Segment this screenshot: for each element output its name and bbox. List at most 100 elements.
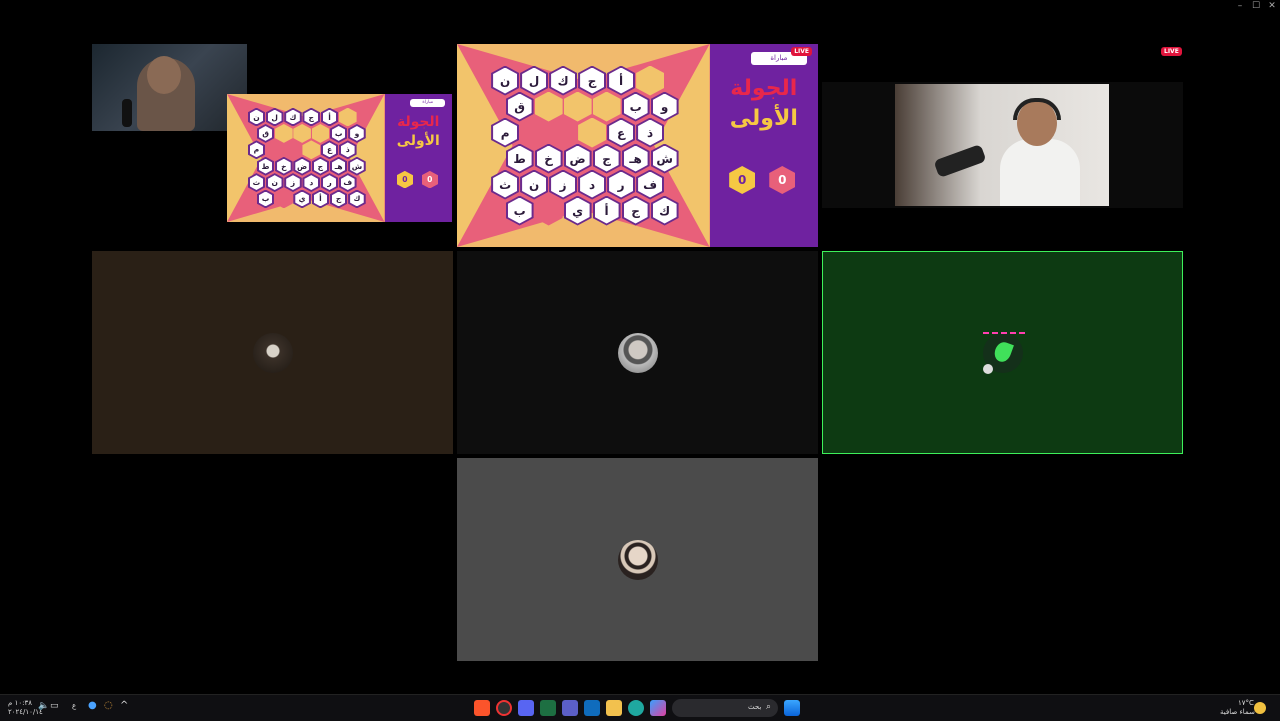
participant-tile-1[interactable] bbox=[92, 251, 453, 454]
hex-letter: ث bbox=[252, 178, 261, 188]
hex-cell[interactable]: ق bbox=[256, 123, 275, 143]
live-badge: LIVE bbox=[791, 47, 812, 56]
moon-weather-icon[interactable] bbox=[1254, 702, 1266, 714]
hex-cell[interactable]: د bbox=[302, 173, 321, 192]
hex-cell[interactable]: ن bbox=[247, 107, 266, 127]
hex-cell[interactable] bbox=[275, 123, 293, 143]
hex-cell[interactable]: ج bbox=[329, 189, 348, 209]
close-button[interactable]: ✕ bbox=[1264, 0, 1280, 12]
video-tile-game-board[interactable]: ن ل ك ج أ ق ب و م ع ذ ط خ ض ج هـ ش ث ن ز د ر ف ب ي أ ج ك مباراة الجول… bbox=[457, 44, 818, 247]
folder-icon[interactable] bbox=[606, 700, 622, 716]
hex-letter: ر bbox=[327, 178, 332, 188]
hex-cell[interactable]: ر bbox=[320, 173, 339, 192]
hex-letter: ق bbox=[262, 128, 269, 138]
hex-cell[interactable]: ج bbox=[621, 195, 650, 226]
hex-letter: ق bbox=[514, 99, 525, 114]
hex-letter: ر bbox=[617, 177, 625, 192]
video-tile-streamer-2[interactable] bbox=[822, 82, 1183, 208]
mic-tray-icon[interactable]: ● bbox=[88, 700, 97, 711]
maximize-button[interactable]: ☐ bbox=[1248, 0, 1264, 12]
hex-letter: أ bbox=[619, 73, 624, 88]
hex-cell[interactable]: ر bbox=[607, 169, 636, 200]
hex-cell[interactable] bbox=[563, 91, 592, 122]
hex-cell[interactable]: هـ bbox=[621, 143, 650, 174]
hex-cell[interactable]: ز bbox=[284, 173, 302, 192]
hex-cell[interactable]: ب bbox=[329, 123, 348, 143]
hex-cell[interactable]: ب bbox=[256, 189, 275, 209]
hex-letter: أ bbox=[319, 194, 322, 204]
volume-icon[interactable]: 🔈 bbox=[38, 701, 49, 711]
hex-cell[interactable]: د bbox=[578, 169, 607, 200]
hex-cell[interactable]: ن bbox=[265, 173, 284, 192]
hex-cell[interactable] bbox=[549, 117, 578, 148]
hex-cell[interactable]: ل bbox=[265, 107, 284, 127]
weather-desc[interactable]: سماء صافية bbox=[1220, 708, 1255, 716]
hex-cell[interactable]: ع bbox=[607, 117, 636, 148]
hex-cell[interactable]: ق bbox=[505, 91, 534, 122]
hex-cell[interactable]: ج bbox=[311, 156, 330, 176]
hex-cell[interactable]: ن bbox=[520, 169, 549, 200]
taskbar-search-box[interactable]: بحث ⌕ bbox=[672, 699, 778, 717]
participant-avatar bbox=[617, 332, 658, 373]
hex-cell[interactable]: خ bbox=[275, 156, 293, 176]
chevron-up-icon[interactable]: ^ bbox=[120, 700, 128, 711]
outlook-icon[interactable] bbox=[584, 700, 600, 716]
hex-cell[interactable] bbox=[302, 140, 321, 160]
hex-letter: ز bbox=[290, 178, 296, 188]
hex-cell[interactable] bbox=[338, 107, 357, 127]
participant-tile-2[interactable] bbox=[457, 251, 818, 454]
hex-cell[interactable]: ك bbox=[348, 189, 366, 209]
hex-cell[interactable] bbox=[265, 140, 284, 160]
video-tile-streamer-1[interactable]: ن ل ك ج أ ق ب و م ع ذ ط خ ض ج هـ ش ث ن ز د ر ف ب ي أ ج ك مباراة الجول… bbox=[92, 44, 452, 224]
hex-cell[interactable]: ب bbox=[505, 195, 534, 226]
hex-cell[interactable]: ض bbox=[293, 156, 311, 176]
hex-cell[interactable]: ز bbox=[549, 169, 578, 200]
discord-icon[interactable] bbox=[518, 700, 534, 716]
hex-cell[interactable] bbox=[534, 91, 563, 122]
hex-cell[interactable]: ن bbox=[491, 65, 520, 96]
language-indicator[interactable]: ع bbox=[72, 702, 76, 710]
hex-cell[interactable] bbox=[520, 117, 549, 148]
hex-letter: ي bbox=[572, 203, 584, 218]
participant-tile-4[interactable] bbox=[457, 458, 818, 661]
hex-letter: ذ bbox=[345, 145, 350, 155]
hex-cell[interactable]: ل bbox=[520, 65, 549, 96]
hex-cell[interactable]: هـ bbox=[329, 156, 348, 176]
hex-letter: ذ bbox=[647, 125, 654, 140]
hex-letter: و bbox=[354, 128, 360, 138]
live-badge-right: LIVE bbox=[1161, 47, 1182, 56]
hex-cell[interactable] bbox=[578, 117, 607, 148]
hex-cell[interactable]: ض bbox=[563, 143, 592, 174]
participant-tile-3-speaking[interactable] bbox=[822, 251, 1183, 454]
teams-icon[interactable] bbox=[562, 700, 578, 716]
hex-cell[interactable] bbox=[636, 65, 665, 96]
weather-temp[interactable]: ١٧°C bbox=[1238, 699, 1254, 707]
edge-icon[interactable] bbox=[628, 700, 644, 716]
minimize-button[interactable]: – bbox=[1232, 0, 1248, 12]
excel-icon[interactable] bbox=[540, 700, 556, 716]
hex-cell[interactable]: ف bbox=[338, 173, 357, 192]
windows-start-icon[interactable] bbox=[784, 700, 800, 716]
hex-cell[interactable]: ف bbox=[636, 169, 665, 200]
hex-cell[interactable]: خ bbox=[534, 143, 563, 174]
copilot-icon[interactable] bbox=[650, 700, 666, 716]
hex-cell[interactable] bbox=[311, 123, 330, 143]
hex-letter: ج bbox=[317, 161, 324, 171]
hex-cell[interactable]: ب bbox=[621, 91, 650, 122]
hex-letter: د bbox=[309, 178, 314, 188]
hex-cell[interactable]: ع bbox=[320, 140, 339, 160]
sync-tray-icon[interactable]: ◌ bbox=[104, 700, 113, 711]
match-button[interactable]: مباراة bbox=[410, 99, 446, 108]
brave-icon[interactable] bbox=[474, 700, 490, 716]
hex-cell[interactable]: ك bbox=[650, 195, 679, 226]
clock-time[interactable]: ١٠:٣٨ م bbox=[8, 699, 32, 707]
microphone-icon bbox=[933, 143, 987, 179]
hex-cell[interactable]: ج bbox=[592, 143, 621, 174]
record-icon[interactable] bbox=[496, 700, 512, 716]
hex-cell[interactable] bbox=[284, 140, 302, 160]
network-icon[interactable]: ▭ bbox=[50, 701, 59, 711]
board-play-area: ن ل ك ج أ ق ب و م ع ذ ط خ ض ج هـ ش ث ن ز د ر ف ب ي أ ج ك bbox=[227, 94, 385, 222]
window-controls: – ☐ ✕ bbox=[1232, 0, 1280, 12]
hex-cell[interactable] bbox=[293, 123, 311, 143]
hex-cell[interactable] bbox=[592, 91, 621, 122]
